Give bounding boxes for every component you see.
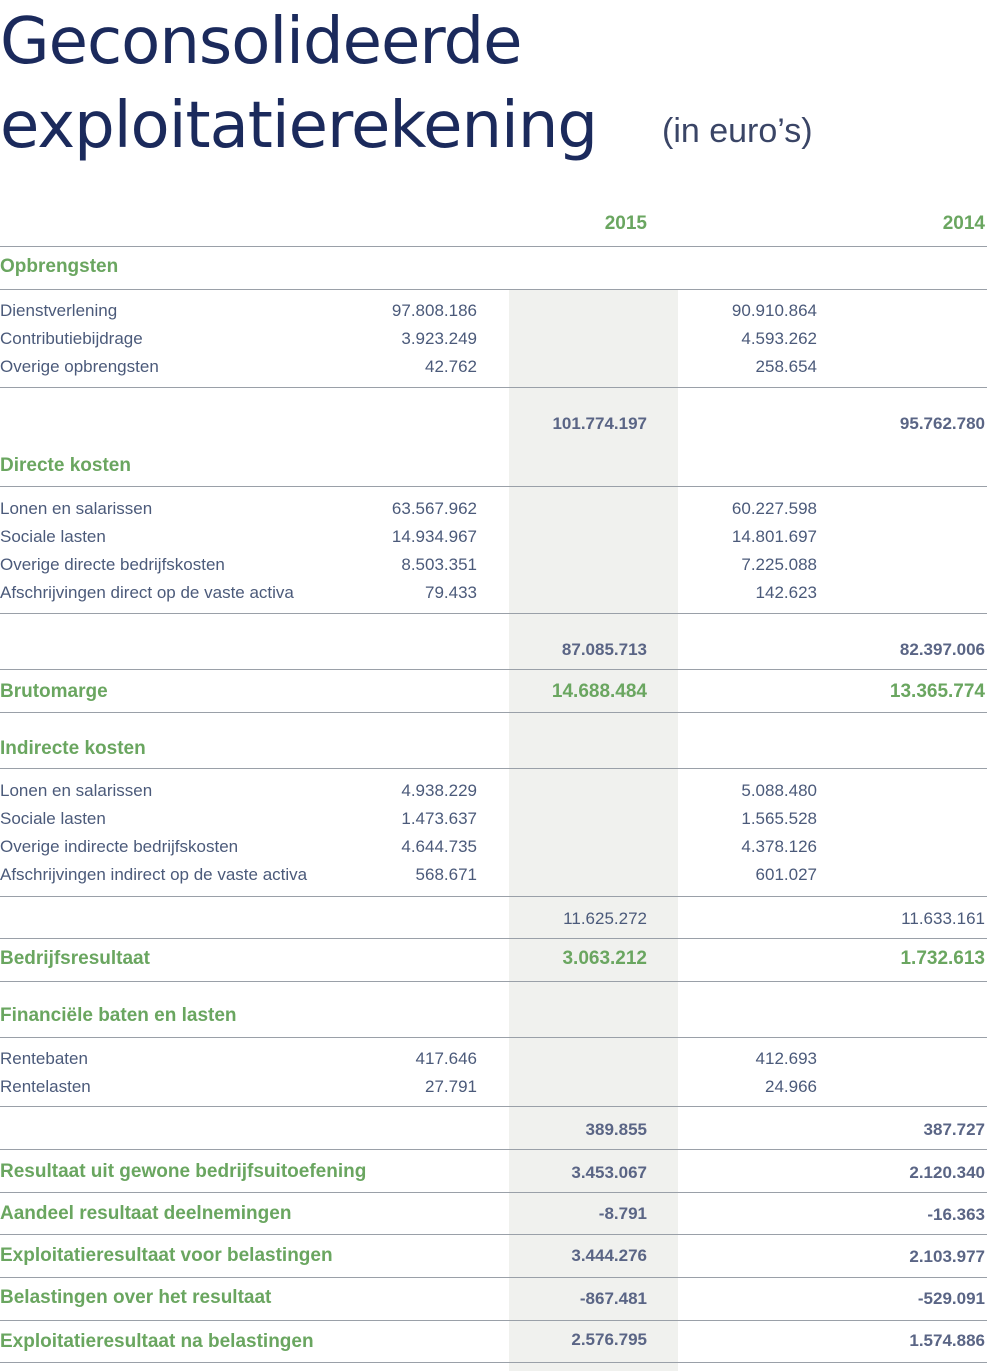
divider [0, 1277, 987, 1278]
row-label: Sociale lasten [0, 527, 106, 546]
divider [0, 669, 987, 670]
result-2015: 2.576.795 [571, 1330, 647, 1349]
result-label: Aandeel resultaat deelnemingen [0, 1203, 292, 1224]
row-label: Rentebaten [0, 1049, 88, 1068]
result-label: Belastingen over het resultaat [0, 1287, 272, 1308]
divider [0, 1362, 987, 1363]
row-label: Lonen en salarissen [0, 781, 153, 800]
row-label: Lonen en salarissen [0, 499, 153, 518]
brutomarge-2015: 14.688.484 [551, 681, 647, 702]
result-label: Exploitatieresultaat na belastingen [0, 1331, 314, 1352]
row-value-2015: 417.646 [415, 1049, 477, 1068]
subtotal-2014: 11.633.161 [901, 909, 985, 928]
divider [0, 1234, 987, 1235]
result-2015: -8.791 [598, 1204, 647, 1223]
row-label: Overige indirecte bedrijfskosten [0, 837, 239, 856]
row-value-2015: 79.433 [425, 583, 477, 602]
divider [0, 246, 987, 247]
row-value-2014: 60.227.598 [731, 499, 817, 518]
result-2015: 3.453.067 [571, 1163, 647, 1182]
divider [0, 1320, 987, 1321]
subtotal-2015: 101.774.197 [552, 414, 647, 433]
divider [0, 289, 987, 290]
result-2014: 2.120.340 [909, 1163, 985, 1182]
row-value-2015: 27.791 [425, 1077, 477, 1096]
divider [0, 1106, 987, 1107]
result-label: Exploitatieresultaat voor belastingen [0, 1245, 333, 1266]
row-value-2014: 412.693 [755, 1049, 817, 1068]
row-value-2014: 258.654 [755, 357, 817, 376]
row-label: Overige opbrengsten [0, 357, 159, 376]
row-label: Afschrijvingen indirect op de vaste acti… [0, 865, 308, 884]
row-label: Afschrijvingen direct op de vaste activa [0, 583, 294, 602]
divider [0, 981, 987, 982]
divider [0, 387, 987, 388]
result-2014: -529.091 [917, 1289, 985, 1308]
title-line-2: exploitatierekening [0, 89, 598, 163]
row-value-2014: 142.623 [755, 583, 817, 602]
divider [0, 1192, 987, 1193]
row-label: Overige directe bedrijfskosten [0, 555, 225, 574]
subtotal-2014: 82.397.006 [899, 640, 985, 659]
subtotal-2015: 11.625.272 [563, 909, 647, 928]
section-heading-directe-kosten: Directe kosten [0, 455, 131, 476]
brutomarge-2014: 13.365.774 [889, 681, 985, 702]
bedrijfsresultaat-2015: 3.063.212 [562, 948, 647, 969]
subtotal-2015: 87.085.713 [561, 640, 647, 659]
unit-label: (in euro’s) [662, 112, 813, 150]
row-label: Dienstverlening [0, 301, 118, 320]
divider [0, 896, 987, 897]
year-2014-header: 2014 [942, 213, 985, 234]
row-value-2015: 63.567.962 [391, 499, 477, 518]
result-label: Resultaat uit gewone bedrijfsuitoefening [0, 1161, 367, 1182]
row-value-2014: 5.088.480 [741, 781, 817, 800]
row-value-2014: 7.225.088 [741, 555, 817, 574]
divider [0, 613, 987, 614]
row-label: Contributiebijdrage [0, 329, 143, 348]
year-2015-column-shading [509, 290, 678, 1371]
section-heading-opbrengsten: Opbrengsten [0, 256, 119, 277]
row-value-2014: 4.378.126 [741, 837, 817, 856]
row-value-2015: 4.644.735 [401, 837, 477, 856]
divider [0, 768, 987, 769]
result-2014: 1.574.886 [909, 1331, 985, 1350]
row-value-2015: 3.923.249 [401, 329, 477, 348]
divider [0, 938, 987, 939]
result-2015: -867.481 [579, 1289, 647, 1308]
subtotal-2014: 387.727 [923, 1120, 985, 1139]
row-value-2015: 8.503.351 [401, 555, 477, 574]
subtotal-2015: 389.855 [585, 1120, 647, 1139]
divider [0, 1149, 987, 1150]
row-value-2015: 42.762 [425, 357, 477, 376]
brutomarge-label: Brutomarge [0, 681, 108, 702]
row-value-2015: 97.808.186 [391, 301, 477, 320]
subtotal-2014: 95.762.780 [899, 414, 985, 433]
result-2014: -16.363 [927, 1205, 985, 1224]
divider [0, 486, 987, 487]
row-value-2015: 1.473.637 [401, 809, 477, 828]
page-title: Geconsolideerde exploitatierekening [0, 0, 598, 168]
section-heading-financiele-baten: Financiële baten en lasten [0, 1005, 237, 1026]
row-value-2014: 1.565.528 [741, 809, 817, 828]
row-value-2015: 4.938.229 [401, 781, 477, 800]
row-value-2015: 14.934.967 [391, 527, 477, 546]
result-2015: 3.444.276 [571, 1246, 647, 1265]
row-value-2014: 4.593.262 [741, 329, 817, 348]
row-label: Rentelasten [0, 1077, 91, 1096]
title-line-1: Geconsolideerde [0, 5, 522, 79]
section-heading-indirecte-kosten: Indirecte kosten [0, 738, 146, 759]
row-value-2014: 90.910.864 [731, 301, 817, 320]
bedrijfsresultaat-label: Bedrijfsresultaat [0, 948, 150, 969]
row-label: Sociale lasten [0, 809, 106, 828]
row-value-2014: 24.966 [765, 1077, 817, 1096]
row-value-2015: 568.671 [415, 865, 477, 884]
result-2014: 2.103.977 [909, 1247, 985, 1266]
divider [0, 1037, 987, 1038]
row-value-2014: 601.027 [755, 865, 817, 884]
bedrijfsresultaat-2014: 1.732.613 [900, 948, 985, 969]
divider [0, 712, 987, 713]
year-2015-header: 2015 [604, 213, 647, 234]
row-value-2014: 14.801.697 [731, 527, 817, 546]
